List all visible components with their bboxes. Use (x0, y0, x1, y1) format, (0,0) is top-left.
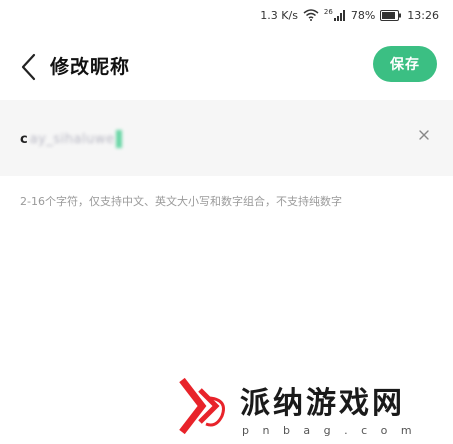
nickname-rule-hint: 2-16个字符，仅支持中文、英文大小写和数字组合，不支持纯数字 (20, 195, 342, 208)
network-speed: 1.3 K/s (260, 8, 298, 22)
clock: 13:26 (407, 8, 439, 22)
page-title: 修改昵称 (50, 56, 131, 78)
watermark: 派纳游戏网 p n b a g . c o m (176, 372, 446, 442)
nickname-input[interactable]: c ay_sihaluwe (20, 127, 380, 151)
text-cursor (116, 130, 123, 148)
header: 修改昵称 保存 (0, 40, 453, 94)
back-arrow-icon[interactable] (18, 52, 40, 82)
save-button[interactable]: 保存 (373, 46, 437, 82)
clear-icon[interactable] (417, 127, 431, 141)
watermark-title: 派纳游戏网 (240, 386, 405, 421)
signal-icon: 26 (323, 7, 346, 21)
battery-icon (380, 9, 402, 21)
watermark-url: p n b a g . c o m (242, 424, 417, 437)
nickname-input-panel: c ay_sihaluwe (0, 100, 453, 176)
network-type-label: 26 (323, 7, 333, 16)
wifi-icon (303, 9, 319, 21)
nickname-value-blurred: ay_sihaluwe (29, 131, 115, 147)
status-bar: 1.3 K/s 26 78% 13:26 (0, 0, 453, 30)
nickname-value-start: c (20, 131, 28, 147)
battery-percent: 78% (350, 8, 376, 22)
watermark-logo-icon (176, 376, 236, 440)
